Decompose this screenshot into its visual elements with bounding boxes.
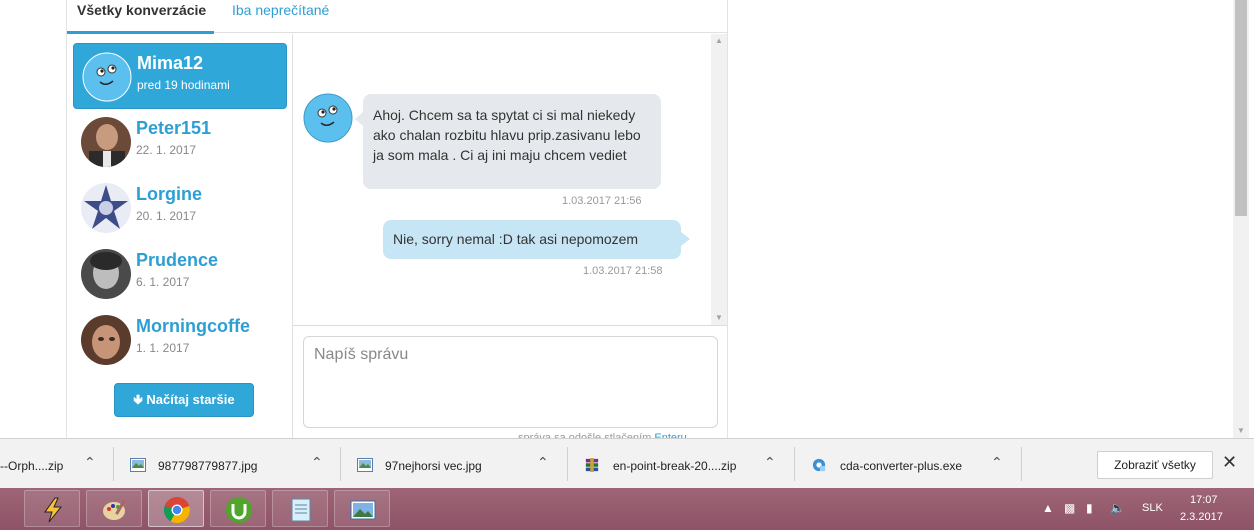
conversation-item-lorgine[interactable]: Lorgine 20. 1. 2017 <box>73 175 287 241</box>
load-older-label: Načítaj staršie <box>146 392 235 407</box>
star-skull-avatar-icon <box>81 183 131 233</box>
scroll-down-icon[interactable]: ▼ <box>711 311 727 325</box>
tab-unread-only[interactable]: Iba neprečítané <box>232 0 329 33</box>
download-filename: cda-converter-plus.exe <box>840 459 963 473</box>
download-item[interactable]: 987798779877.jpg ⌃ <box>114 447 341 481</box>
taskbar-app-chrome[interactable] <box>148 490 204 527</box>
smiley-avatar-icon <box>82 52 132 102</box>
utorrent-icon <box>226 497 252 523</box>
conversation-date: 20. 1. 2017 <box>136 209 197 223</box>
arrow-down-icon: 🢃 <box>133 392 143 407</box>
signal-icon[interactable]: ▮ <box>1086 501 1093 515</box>
clock-time[interactable]: 17:07 <box>1190 494 1218 506</box>
download-bar: --Orph....zip ⌃ 987798779877.jpg ⌃ 97nej… <box>0 438 1254 488</box>
avatar <box>82 52 132 102</box>
taskbar-app-notepad[interactable] <box>272 490 328 527</box>
thread-scrollbar[interactable]: ▲ ▼ <box>711 34 727 325</box>
download-filename: --Orph....zip <box>0 459 64 473</box>
winamp-icon <box>44 497 63 523</box>
conversation-item-morningcoffe[interactable]: Morningcoffe 1. 1. 2017 <box>73 307 287 373</box>
screen: Všetky konverzácie Iba neprečítané Mima1… <box>0 0 1254 530</box>
conversation-item-mima12[interactable]: Mima12 pred 19 hodinami <box>73 43 287 109</box>
image-file-icon <box>130 458 146 472</box>
chrome-icon <box>164 497 190 524</box>
messages-page: Všetky konverzácie Iba neprečítané Mima1… <box>0 0 1233 444</box>
chevron-up-icon[interactable]: ⌃ <box>84 454 96 471</box>
page-scrollbar[interactable]: ▼ <box>1233 0 1249 438</box>
conversation-name: Prudence <box>136 250 219 270</box>
avatar <box>81 183 131 233</box>
installer-icon <box>812 458 826 472</box>
download-filename: 987798779877.jpg <box>158 459 258 473</box>
photo-avatar-icon <box>81 249 131 299</box>
avatar <box>81 117 131 167</box>
compose-divider <box>293 325 727 326</box>
download-filename: 97nejhorsi vec.jpg <box>385 459 482 473</box>
conversation-date: pred 19 hodinami <box>137 78 230 92</box>
photo-avatar-icon <box>81 117 131 167</box>
incoming-message: Ahoj. Chcem sa ta spytat ci si mal nieke… <box>355 94 661 189</box>
avatar <box>81 249 131 299</box>
paint-icon <box>103 499 126 520</box>
message-timestamp: 1.03.2017 21:58 <box>583 265 663 277</box>
message-input[interactable]: Napíš správu <box>303 336 718 428</box>
conversation-tabs: Všetky konverzácie Iba neprečítané <box>66 0 727 34</box>
tab-all-conversations[interactable]: Všetky konverzácie <box>66 0 215 34</box>
conversation-list: Mima12 pred 19 hodinami Peter151 22. 1. … <box>67 34 292 438</box>
page-right-border <box>727 0 728 438</box>
conversation-date: 1. 1. 2017 <box>136 341 190 355</box>
download-item[interactable]: en-point-break-20....zip ⌃ <box>568 447 795 481</box>
conversation-item-prudence[interactable]: Prudence 6. 1. 2017 <box>73 241 287 307</box>
chevron-up-icon[interactable]: ⌃ <box>991 454 1003 471</box>
download-item[interactable]: 97nejhorsi vec.jpg ⌃ <box>341 447 568 481</box>
chevron-up-icon[interactable]: ⌃ <box>537 454 549 471</box>
download-item[interactable]: cda-converter-plus.exe ⌃ <box>795 447 1022 481</box>
network-icon[interactable]: ▩ <box>1064 501 1075 515</box>
outgoing-message: Nie, sorry nemal :D tak asi nepomozem <box>383 220 690 259</box>
conversation-item-peter151[interactable]: Peter151 22. 1. 2017 <box>73 109 287 175</box>
close-icon[interactable]: ✕ <box>1222 452 1237 473</box>
conversation-name: Morningcoffe <box>136 316 250 336</box>
taskbar-app-utorrent[interactable] <box>210 490 266 527</box>
chevron-up-icon[interactable]: ⌃ <box>764 454 776 471</box>
chevron-up-icon[interactable]: ▲ <box>1042 501 1054 515</box>
conversation-name: Lorgine <box>136 184 202 204</box>
language-indicator[interactable]: SLK <box>1142 502 1163 514</box>
conversation-date: 22. 1. 2017 <box>136 143 197 157</box>
photo-avatar-icon <box>81 315 131 365</box>
image-file-icon <box>357 458 373 472</box>
conversation-name: Peter151 <box>136 118 212 138</box>
winrar-icon <box>585 458 599 472</box>
volume-icon[interactable]: 🔈 <box>1110 501 1125 515</box>
load-older-button[interactable]: 🢃 Načítaj staršie <box>114 383 254 417</box>
scroll-up-icon[interactable]: ▲ <box>711 34 727 48</box>
message-timestamp: 1.03.2017 21:56 <box>562 195 642 207</box>
chevron-up-icon[interactable]: ⌃ <box>311 454 323 471</box>
taskbar-app-winamp[interactable] <box>24 490 80 527</box>
taskbar-app-photo-viewer[interactable] <box>334 490 390 527</box>
sender-avatar <box>303 93 353 143</box>
download-item[interactable]: --Orph....zip ⌃ <box>0 447 114 481</box>
download-filename: en-point-break-20....zip <box>613 459 737 473</box>
clock-date[interactable]: 2.3.2017 <box>1180 511 1223 523</box>
taskbar-app-paint[interactable] <box>86 490 142 527</box>
scrollbar-thumb[interactable] <box>1235 0 1247 216</box>
avatar <box>81 315 131 365</box>
scroll-down-icon[interactable]: ▼ <box>1233 424 1249 438</box>
photo-viewer-icon <box>350 500 376 520</box>
message-thread: Ahoj. Chcem sa ta spytat ci si mal nieke… <box>293 34 727 325</box>
show-all-downloads-button[interactable]: Zobraziť všetky <box>1097 451 1213 479</box>
conversation-name: Mima12 <box>137 53 204 73</box>
windows-taskbar: ▲ ▩ ▮ 🔈 SLK 17:07 2.3.2017 <box>0 488 1254 530</box>
notepad-icon <box>291 498 311 522</box>
smiley-avatar-icon <box>303 93 353 143</box>
conversation-date: 6. 1. 2017 <box>136 275 190 289</box>
